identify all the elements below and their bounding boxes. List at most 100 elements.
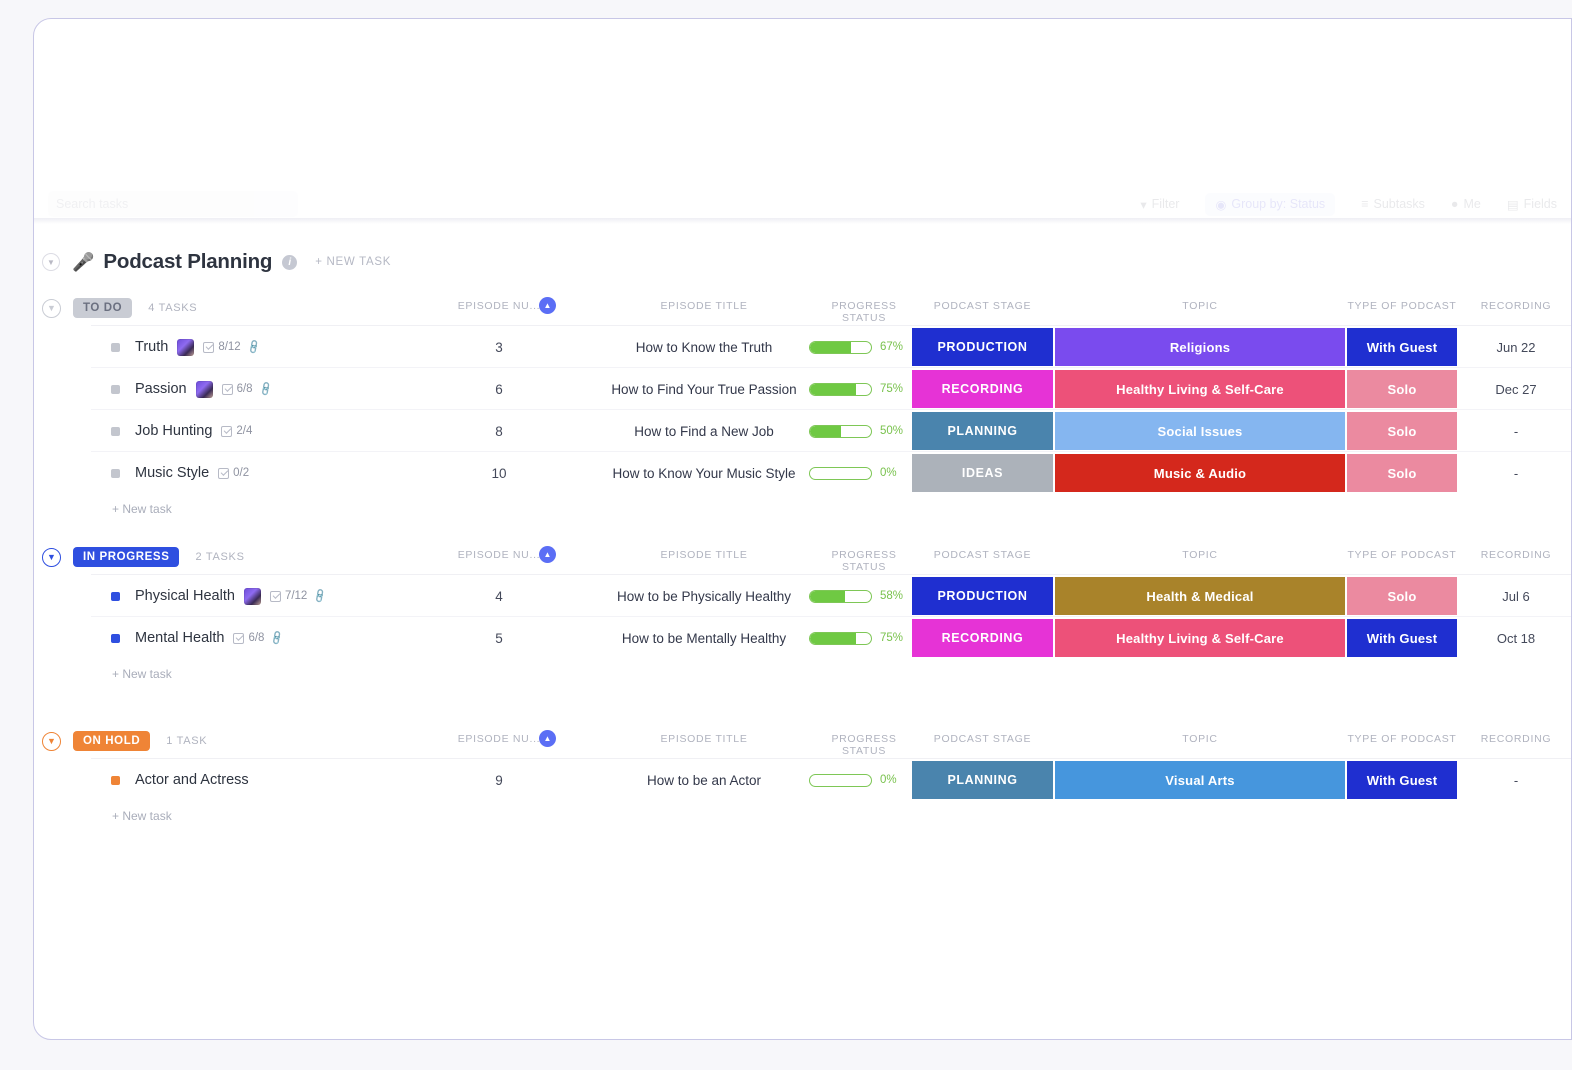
column-header-progress-status[interactable]: PROGRESS STATUS (809, 733, 919, 757)
progress-status-cell[interactable]: 67% (809, 326, 919, 368)
column-header-episode-title[interactable]: EPISODE TITLE (579, 300, 829, 312)
column-header-episode-title[interactable]: EPISODE TITLE (579, 549, 829, 561)
avatar[interactable] (195, 380, 213, 398)
status-badge[interactable]: TO DO (73, 298, 133, 318)
episode-number-cell[interactable]: 3 (434, 326, 564, 368)
table-row[interactable]: Physical Health 7/12 🔗 4 How to be Physicall… (91, 575, 1571, 617)
task-name-cell[interactable]: Mental Health 6/8 🔗 (111, 617, 286, 659)
column-header-type-of-podcast[interactable]: TYPE OF PODCAST (1347, 733, 1457, 745)
table-row[interactable]: Actor and Actress 9 How to be an Actor 0% PL… (91, 759, 1571, 801)
topic-cell[interactable]: Healthy Living & Self-Care (1055, 370, 1345, 408)
podcast-stage-cell[interactable]: RECORDING (912, 619, 1053, 657)
recording-date-cell[interactable]: - (1462, 410, 1570, 452)
task-name-cell[interactable]: Passion 6/8 🔗 (111, 368, 274, 410)
task-name-cell[interactable]: Actor and Actress (111, 759, 249, 801)
task-status-dot[interactable] (111, 591, 120, 601)
new-task-button[interactable]: + New task (34, 659, 1571, 689)
episode-title-cell[interactable]: How to be Mentally Healthy (579, 617, 829, 659)
column-header-podcast-stage[interactable]: PODCAST STAGE (912, 733, 1053, 745)
episode-number-cell[interactable]: 5 (434, 617, 564, 659)
task-name-cell[interactable]: Truth 8/12 🔗 (111, 326, 262, 368)
podcast-stage-cell[interactable]: PLANNING (912, 761, 1053, 799)
podcast-stage-cell[interactable]: RECORDING (912, 370, 1053, 408)
recording-date-cell[interactable]: Jul 6 (1462, 575, 1570, 617)
progress-status-cell[interactable]: 50% (809, 410, 919, 452)
column-header-podcast-stage[interactable]: PODCAST STAGE (912, 549, 1053, 561)
avatar[interactable] (177, 338, 195, 356)
column-header-topic[interactable]: TOPIC (1055, 300, 1345, 312)
task-status-dot[interactable] (111, 426, 120, 436)
table-row[interactable]: Passion 6/8 🔗 6 How to Find Your True Passio… (91, 368, 1571, 410)
episode-number-cell[interactable]: 4 (434, 575, 564, 617)
type-of-podcast-cell[interactable]: With Guest (1347, 761, 1457, 799)
type-of-podcast-cell[interactable]: With Guest (1347, 619, 1457, 657)
progress-status-cell[interactable]: 58% (809, 575, 919, 617)
group-collapse-icon[interactable]: ▼ (42, 547, 61, 567)
task-status-dot[interactable] (111, 468, 120, 478)
table-row[interactable]: Mental Health 6/8 🔗 5 How to be Mentally Hea… (91, 617, 1571, 659)
task-name-cell[interactable]: Job Hunting 2/4 (111, 410, 252, 452)
topic-cell[interactable]: Music & Audio (1055, 454, 1345, 492)
new-task-button[interactable]: + New task (34, 494, 1571, 524)
progress-status-cell[interactable]: 75% (809, 368, 919, 410)
recording-date-cell[interactable]: Oct 18 (1462, 617, 1570, 659)
episode-title-cell[interactable]: How to be an Actor (579, 759, 829, 801)
podcast-stage-cell[interactable]: PRODUCTION (912, 577, 1053, 615)
type-of-podcast-cell[interactable]: With Guest (1347, 328, 1457, 366)
sort-ascending-icon[interactable]: ▲ (539, 546, 556, 563)
task-status-dot[interactable] (111, 633, 120, 643)
table-row[interactable]: Music Style 0/2 10 How to Know Your Music S… (91, 452, 1571, 494)
progress-status-cell[interactable]: 75% (809, 617, 919, 659)
toolbar-groupby-button[interactable]: ◉ Group by: Status (1205, 192, 1336, 216)
topic-cell[interactable]: Religions (1055, 328, 1345, 366)
episode-title-cell[interactable]: How to Find Your True Passion (579, 368, 829, 410)
column-header-progress-status[interactable]: PROGRESS STATUS (809, 300, 919, 324)
episode-title-cell[interactable]: How to Find a New Job (579, 410, 829, 452)
column-header-recording-date[interactable]: RECORDING (1462, 733, 1570, 745)
recording-date-cell[interactable]: - (1462, 759, 1570, 801)
type-of-podcast-cell[interactable]: Solo (1347, 370, 1457, 408)
episode-number-cell[interactable]: 8 (434, 410, 564, 452)
table-row[interactable]: Truth 8/12 🔗 3 How to Know the Truth 67% PRODU… (91, 326, 1571, 368)
column-header-topic[interactable]: TOPIC (1055, 549, 1345, 561)
status-badge[interactable]: ON HOLD (73, 731, 151, 751)
episode-title-cell[interactable]: How to be Physically Healthy (579, 575, 829, 617)
episode-number-cell[interactable]: 9 (434, 759, 564, 801)
column-header-progress-status[interactable]: PROGRESS STATUS (809, 549, 919, 573)
toolbar-fields-button[interactable]: ▤ Fields (1507, 197, 1557, 212)
episode-title-cell[interactable]: How to Know the Truth (579, 326, 829, 368)
topic-cell[interactable]: Health & Medical (1055, 577, 1345, 615)
task-name-cell[interactable]: Physical Health 7/12 🔗 (111, 575, 329, 617)
column-header-recording-date[interactable]: RECORDING (1462, 300, 1570, 312)
new-task-button[interactable]: + New task (34, 801, 1571, 831)
avatar[interactable] (243, 587, 261, 605)
column-header-recording-date[interactable]: RECORDING (1462, 549, 1570, 561)
podcast-stage-cell[interactable]: PRODUCTION (912, 328, 1053, 366)
info-icon[interactable]: i (282, 254, 298, 270)
task-status-dot[interactable] (111, 384, 120, 394)
type-of-podcast-cell[interactable]: Solo (1347, 577, 1457, 615)
recording-date-cell[interactable]: - (1462, 452, 1570, 494)
new-task-top-button[interactable]: + NEW TASK (315, 256, 391, 268)
task-status-dot[interactable] (111, 342, 120, 352)
task-name-cell[interactable]: Music Style 0/2 (111, 452, 249, 494)
podcast-stage-cell[interactable]: PLANNING (912, 412, 1053, 450)
task-status-dot[interactable] (111, 775, 120, 785)
toolbar-subtasks-button[interactable]: ≡ Subtasks (1361, 197, 1425, 211)
progress-status-cell[interactable]: 0% (809, 452, 919, 494)
type-of-podcast-cell[interactable]: Solo (1347, 412, 1457, 450)
episode-number-cell[interactable]: 10 (434, 452, 564, 494)
list-collapse-icon[interactable]: ▼ (42, 253, 60, 271)
episode-title-cell[interactable]: How to Know Your Music Style (579, 452, 829, 494)
group-collapse-icon[interactable]: ▼ (42, 731, 61, 751)
search-input[interactable]: Search tasks (48, 191, 298, 217)
sort-ascending-icon[interactable]: ▲ (539, 730, 556, 747)
column-header-podcast-stage[interactable]: PODCAST STAGE (912, 300, 1053, 312)
type-of-podcast-cell[interactable]: Solo (1347, 454, 1457, 492)
progress-status-cell[interactable]: 0% (809, 759, 919, 801)
group-collapse-icon[interactable]: ▼ (42, 298, 61, 318)
recording-date-cell[interactable]: Jun 22 (1462, 326, 1570, 368)
column-header-type-of-podcast[interactable]: TYPE OF PODCAST (1347, 549, 1457, 561)
column-header-topic[interactable]: TOPIC (1055, 733, 1345, 745)
topic-cell[interactable]: Visual Arts (1055, 761, 1345, 799)
